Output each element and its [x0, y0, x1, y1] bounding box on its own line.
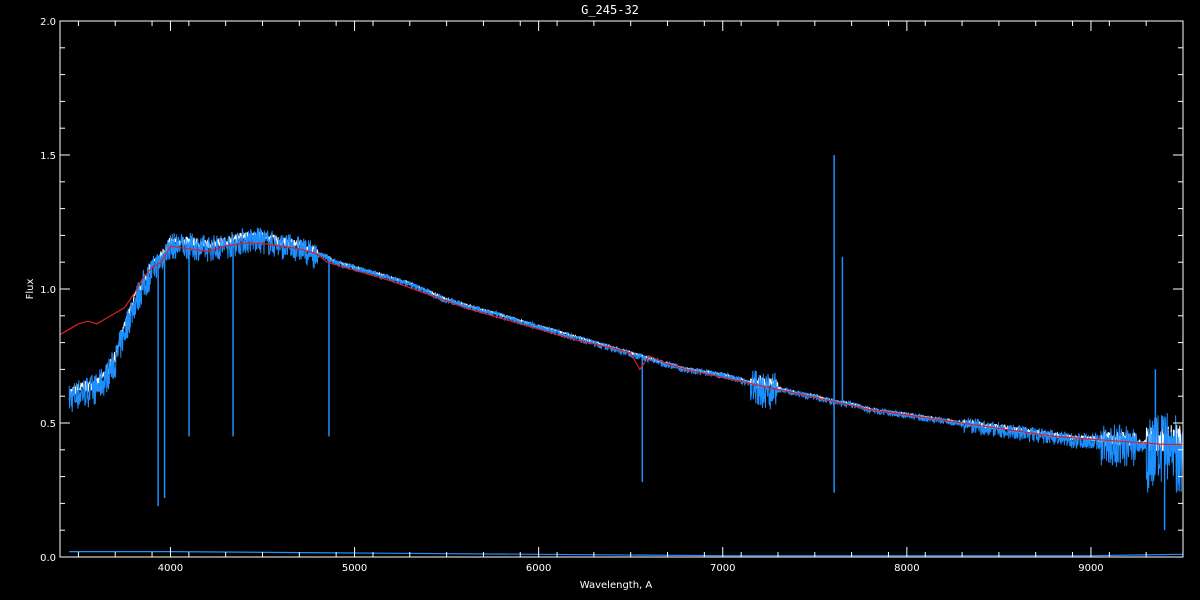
y-tick-label: 2.0 [40, 17, 56, 28]
x-axis-label: Wavelength, A [580, 580, 653, 591]
x-tick-label: 8000 [894, 563, 919, 574]
chart-title: G_245-32 [581, 3, 639, 17]
x-tick-label: 9000 [1078, 563, 1103, 574]
y-tick-label: 1.5 [40, 151, 56, 162]
y-tick-label: 0.5 [40, 419, 56, 430]
chart-background [0, 0, 1200, 600]
spectrum-chart: 4000 5000 6000 7000 8000 90000.00.51.01.52.0 … [0, 0, 1200, 600]
y-tick-label: 0.0 [40, 553, 56, 564]
y-axis-label: Flux [25, 279, 36, 300]
x-tick-label: 6000 [526, 563, 551, 574]
x-tick-label: 7000 [710, 563, 735, 574]
x-tick-label: 5000 [342, 563, 367, 574]
x-tick-label: 4000 [158, 563, 183, 574]
y-tick-label: 1.0 [40, 285, 56, 296]
